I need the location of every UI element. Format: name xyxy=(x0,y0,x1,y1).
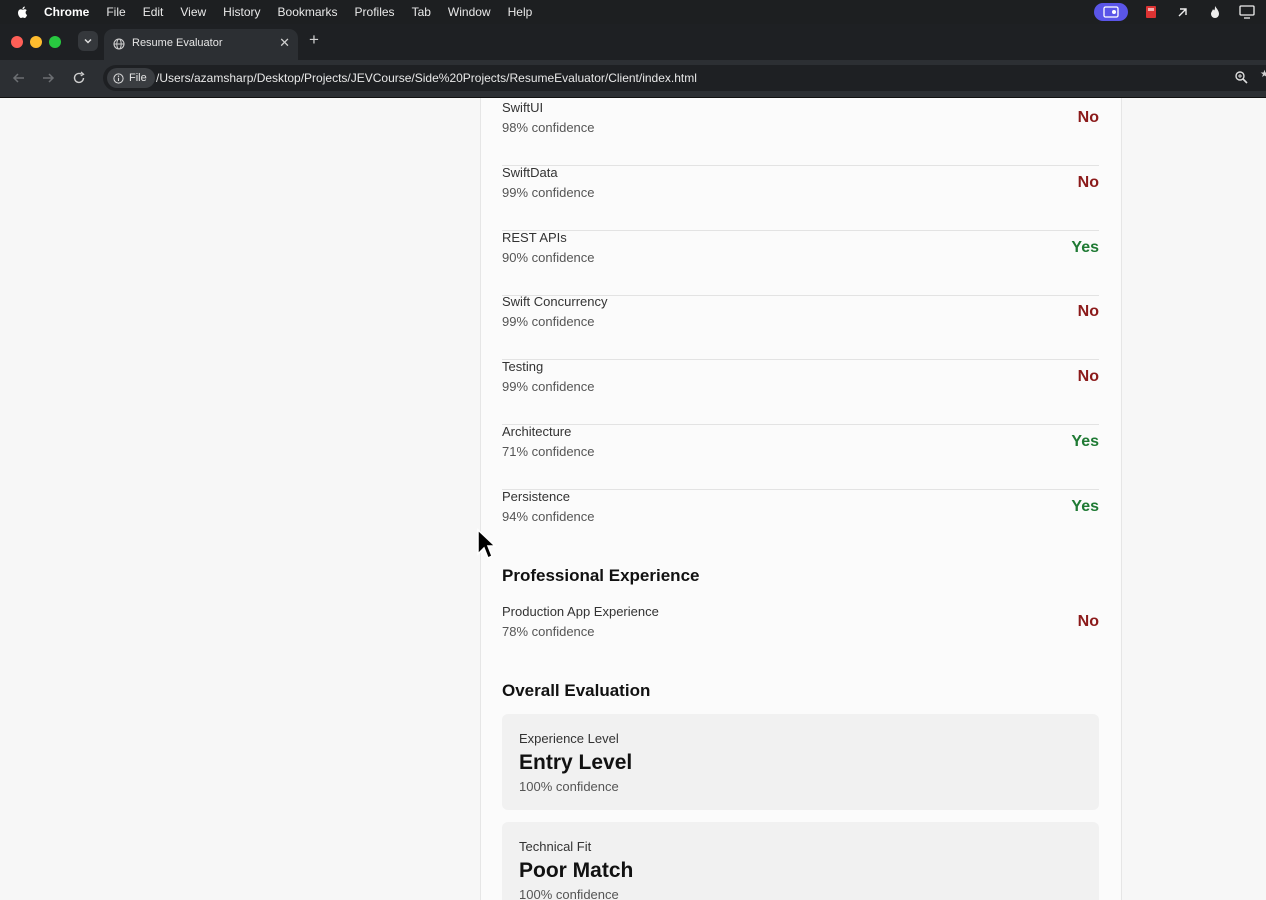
tab-title: Resume Evaluator xyxy=(132,37,223,49)
address-bar[interactable]: File /Users/azamsharp/Desktop/Projects/J… xyxy=(103,65,1266,91)
professional-experience-heading: Professional Experience xyxy=(502,566,700,585)
technical-fit-card: Technical Fit Poor Match 100% confidence xyxy=(502,822,1099,900)
tab-resume-evaluator[interactable]: Resume Evaluator ✕ xyxy=(104,29,298,60)
tab-search-button[interactable] xyxy=(78,31,98,51)
menu-bookmarks[interactable]: Bookmarks xyxy=(278,5,338,19)
skill-verdict: Yes xyxy=(1071,433,1099,450)
menu-history[interactable]: History xyxy=(223,5,260,19)
skill-verdict: No xyxy=(1077,303,1099,320)
mouse-cursor-icon xyxy=(477,528,496,560)
page-viewport: SwiftUI 98% confidence No SwiftData 99% … xyxy=(0,98,1266,900)
close-tab-icon[interactable]: ✕ xyxy=(279,35,290,51)
skill-name: Swift Concurrency xyxy=(502,294,608,309)
arrow-left-icon xyxy=(12,73,24,83)
skill-verdict: Yes xyxy=(1071,498,1099,515)
eval-value: Entry Level xyxy=(519,751,633,774)
menu-help[interactable]: Help xyxy=(508,5,533,19)
eval-value: Poor Match xyxy=(519,859,634,882)
back-button[interactable] xyxy=(10,69,28,87)
skill-name: SwiftUI xyxy=(502,100,544,115)
reload-button[interactable] xyxy=(70,69,88,87)
skill-verdict: No xyxy=(1077,613,1099,630)
arrow-icon[interactable] xyxy=(1174,3,1192,21)
eval-confidence: 100% confidence xyxy=(519,887,619,900)
skill-row-swift-concurrency: Swift Concurrency 99% confidence No xyxy=(502,294,1099,360)
skill-confidence: 99% confidence xyxy=(502,314,595,329)
zoom-icon[interactable] xyxy=(1234,70,1248,84)
recording-icon[interactable] xyxy=(1142,3,1160,21)
skill-confidence: 90% confidence xyxy=(502,250,595,265)
skill-confidence: 71% confidence xyxy=(502,444,595,459)
site-info-label: File xyxy=(129,72,147,84)
arrow-right-icon xyxy=(43,73,55,83)
skill-confidence: 78% confidence xyxy=(502,624,595,639)
screen-share-icon[interactable] xyxy=(1094,3,1128,21)
skill-name: Production App Experience xyxy=(502,604,659,619)
bookmark-star-icon[interactable]: ★ xyxy=(1260,69,1266,80)
skill-name: Persistence xyxy=(502,489,570,504)
overall-evaluation-heading: Overall Evaluation xyxy=(502,681,651,700)
apple-icon[interactable] xyxy=(16,5,30,19)
skill-row-production-app: Production App Experience 78% confidence… xyxy=(502,604,1099,669)
skill-confidence: 98% confidence xyxy=(502,120,595,135)
skill-row-persistence: Persistence 94% confidence Yes xyxy=(502,489,1099,554)
menu-tab[interactable]: Tab xyxy=(412,5,431,19)
skill-verdict: No xyxy=(1077,368,1099,385)
skill-verdict: No xyxy=(1077,109,1099,126)
experience-level-card: Experience Level Entry Level 100% confid… xyxy=(502,714,1099,810)
new-tab-button[interactable]: + xyxy=(309,30,319,50)
eval-label: Technical Fit xyxy=(519,839,592,854)
skill-row-testing: Testing 99% confidence No xyxy=(502,359,1099,425)
eval-confidence: 100% confidence xyxy=(519,779,619,794)
reload-icon xyxy=(73,71,85,84)
info-icon xyxy=(113,72,124,84)
eval-label: Experience Level xyxy=(519,731,619,746)
menu-edit[interactable]: Edit xyxy=(143,5,164,19)
menu-profiles[interactable]: Profiles xyxy=(355,5,395,19)
menu-file[interactable]: File xyxy=(106,5,125,19)
skill-row-swiftui: SwiftUI 98% confidence No xyxy=(502,100,1099,166)
menu-window[interactable]: Window xyxy=(448,5,491,19)
close-window-button[interactable] xyxy=(11,36,23,48)
chevron-down-icon xyxy=(84,38,92,44)
skill-confidence: 99% confidence xyxy=(502,379,595,394)
menu-view[interactable]: View xyxy=(180,5,206,19)
skill-verdict: No xyxy=(1077,174,1099,191)
url-text[interactable]: /Users/azamsharp/Desktop/Projects/JEVCou… xyxy=(156,71,697,85)
skill-row-rest-apis: REST APIs 90% confidence Yes xyxy=(502,230,1099,296)
menu-app-name[interactable]: Chrome xyxy=(44,5,89,19)
skill-name: Testing xyxy=(502,359,544,374)
skill-name: REST APIs xyxy=(502,230,567,245)
tab-strip: Resume Evaluator ✕ + xyxy=(0,24,1266,60)
skill-verdict: Yes xyxy=(1071,239,1099,256)
maximize-window-button[interactable] xyxy=(49,36,61,48)
results-card: SwiftUI 98% confidence No SwiftData 99% … xyxy=(480,98,1122,900)
flame-icon[interactable] xyxy=(1206,3,1224,21)
minimize-window-button[interactable] xyxy=(30,36,42,48)
site-info-chip[interactable]: File xyxy=(107,68,155,88)
skill-confidence: 94% confidence xyxy=(502,509,595,524)
globe-icon xyxy=(113,38,125,50)
forward-button[interactable] xyxy=(39,69,57,87)
skill-row-architecture: Architecture 71% confidence Yes xyxy=(502,424,1099,490)
browser-toolbar: File /Users/azamsharp/Desktop/Projects/J… xyxy=(0,60,1266,98)
skill-confidence: 99% confidence xyxy=(502,185,595,200)
skill-name: SwiftData xyxy=(502,165,558,180)
menu-bar: Chrome File Edit View History Bookmarks … xyxy=(0,0,1266,24)
skill-row-swiftdata: SwiftData 99% confidence No xyxy=(502,165,1099,231)
skill-name: Architecture xyxy=(502,424,572,439)
display-icon[interactable] xyxy=(1238,3,1256,21)
